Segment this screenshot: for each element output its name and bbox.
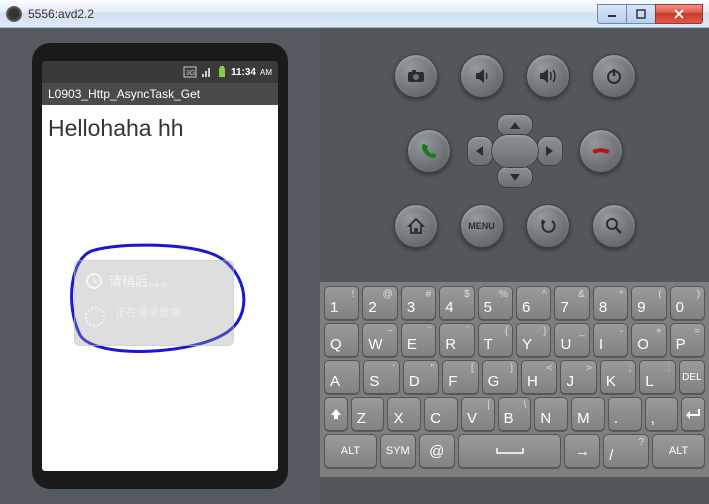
key-s[interactable]: S' [363,360,399,394]
key-q[interactable]: Q [324,323,359,357]
key-r[interactable]: R` [439,323,474,357]
key-i[interactable]: I- [593,323,628,357]
clock-ampm: AM [260,68,272,77]
greeting-text: Hellohaha hh [48,115,272,142]
key-n[interactable]: N [534,397,568,431]
key-,[interactable]: , [645,397,679,431]
key-v[interactable]: V| [461,397,495,431]
device-panel: 3G 11:34 AM L0903_Http_AsyncTask_Get Hel… [0,28,320,504]
app-body: Hellohaha hh 请稍后。。。 正在请求数据 [42,105,278,471]
key-y[interactable]: Y} [516,323,551,357]
app-titlebar: L0903_Http_AsyncTask_Get [42,83,278,105]
home-button[interactable] [394,204,438,248]
key-4[interactable]: 4$ [439,286,474,320]
key-t[interactable]: T{ [478,323,513,357]
volume-up-button[interactable] [526,54,570,98]
dpad-down[interactable] [497,166,533,188]
key-o[interactable]: O+ [631,323,666,357]
key-6[interactable]: 6^ [516,286,551,320]
key-shift[interactable] [324,397,348,431]
key-g[interactable]: G] [482,360,518,394]
power-button[interactable] [592,54,636,98]
key-m[interactable]: M [571,397,605,431]
key-w[interactable]: W~ [362,323,397,357]
key-delete[interactable]: DEL [679,360,705,394]
toast-message-2: 正在请求数据 [115,304,223,320]
window-titlebar: 5556:avd2.2 [0,0,709,28]
dpad-up[interactable] [497,114,533,136]
key-enter[interactable] [681,397,705,431]
volume-down-button[interactable] [460,54,504,98]
maximize-button[interactable] [626,4,656,24]
key-sym[interactable]: SYM [380,434,416,468]
key-7[interactable]: 7& [554,286,589,320]
key-3[interactable]: 3# [401,286,436,320]
device-frame: 3G 11:34 AM L0903_Http_AsyncTask_Get Hel… [32,43,288,489]
key-8[interactable]: 8* [593,286,628,320]
key-z[interactable]: Z [351,397,385,431]
close-button[interactable] [655,4,703,24]
workspace: 3G 11:34 AM L0903_Http_AsyncTask_Get Hel… [0,28,709,504]
camera-button[interactable] [394,54,438,98]
key-u[interactable]: U_ [554,323,589,357]
key-a[interactable]: A [324,360,360,394]
call-button[interactable] [407,129,451,173]
spinner-icon [85,307,105,327]
key-d[interactable]: D" [403,360,439,394]
back-button[interactable] [526,204,570,248]
data-icon: 3G [183,66,197,78]
key-.[interactable]: . [608,397,642,431]
device-screen[interactable]: 3G 11:34 AM L0903_Http_AsyncTask_Get Hel… [42,61,278,471]
app-title: L0903_Http_AsyncTask_Get [48,87,200,101]
dpad-right[interactable] [537,136,563,166]
key-p[interactable]: P= [670,323,705,357]
app-icon [6,6,22,22]
dpad-center[interactable] [491,134,539,168]
key-9[interactable]: 9( [631,286,666,320]
signal-icon [201,66,213,78]
key-c[interactable]: C [424,397,458,431]
key-2[interactable]: 2@ [362,286,397,320]
key-f[interactable]: F[ [442,360,478,394]
key-x[interactable]: X [387,397,421,431]
key-alt-right[interactable]: ALT [652,434,705,468]
loading-toast: 请稍后。。。 正在请求数据 [74,260,234,346]
key-at[interactable]: @ [419,434,455,468]
svg-text:3G: 3G [186,70,195,77]
key-1[interactable]: 1! [324,286,359,320]
controls-panel: MENU 1!2@3#4$5%6^7&8*9(0) QW~E¨R`T{Y}U_I… [320,28,709,504]
keyboard: 1!2@3#4$5%6^7&8*9(0) QW~E¨R`T{Y}U_I-O+P=… [320,282,709,477]
toast-message-1: 请稍后。。。 [109,271,174,290]
key-l[interactable]: L: [639,360,675,394]
dpad [467,114,563,188]
status-bar: 3G 11:34 AM [42,61,278,83]
hardware-buttons: MENU [320,28,709,282]
key-k[interactable]: K; [600,360,636,394]
end-call-button[interactable] [579,129,623,173]
window-buttons [597,4,703,24]
key-e[interactable]: E¨ [401,323,436,357]
clock-time: 11:34 [231,67,256,78]
key-right-arrow[interactable]: → [564,434,600,468]
key-space[interactable] [458,434,562,468]
minimize-button[interactable] [597,4,627,24]
key-5[interactable]: 5% [478,286,513,320]
key-h[interactable]: H< [521,360,557,394]
dpad-left[interactable] [467,136,493,166]
key-alt-left[interactable]: ALT [324,434,377,468]
key-slash[interactable]: /? [603,434,649,468]
window-title: 5556:avd2.2 [28,7,597,21]
key-0[interactable]: 0) [670,286,705,320]
key-j[interactable]: J> [560,360,596,394]
clock-icon [85,272,103,290]
battery-icon [217,66,227,78]
menu-button[interactable]: MENU [460,204,504,248]
key-b[interactable]: B\ [498,397,532,431]
search-button[interactable] [592,204,636,248]
